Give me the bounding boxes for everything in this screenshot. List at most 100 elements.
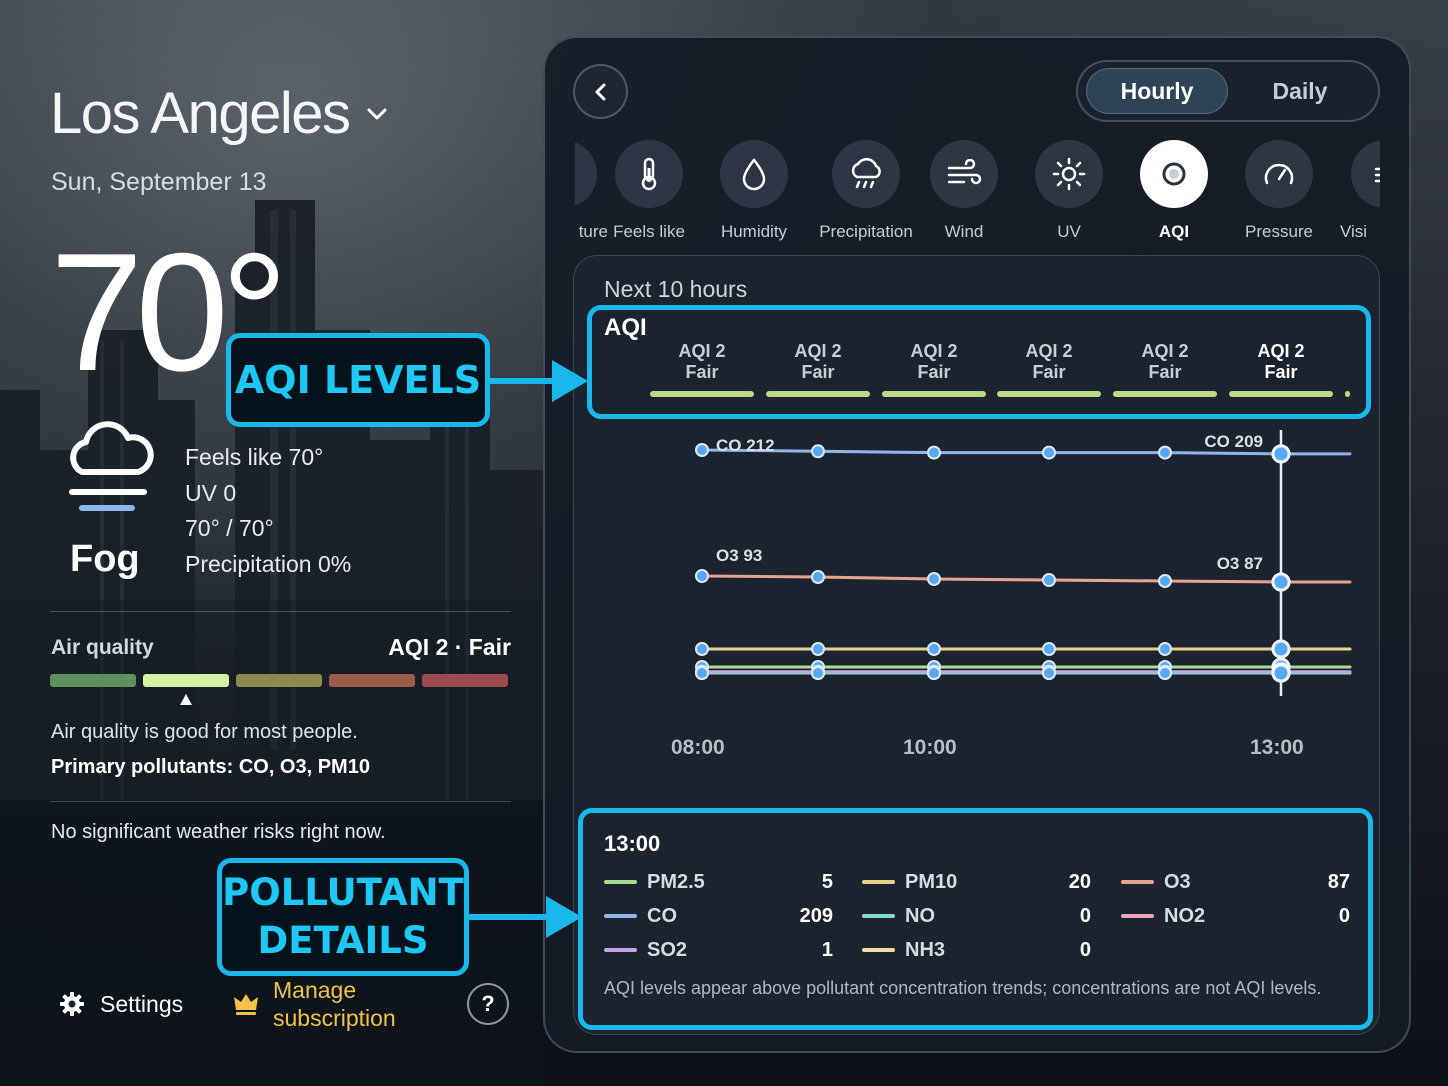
daily-tab[interactable]: Daily — [1230, 68, 1370, 114]
data-point — [1158, 666, 1172, 680]
weather-condition: Fog — [70, 538, 140, 580]
aq-scale-segment — [50, 674, 136, 687]
metric-selector: ture Feels like Humidity Precipitation W… — [575, 136, 1380, 246]
air-quality-label: Air quality — [51, 636, 154, 659]
settings-label: Settings — [100, 990, 184, 1017]
data-point — [1158, 445, 1172, 460]
weather-facts: Feels like 70° UV 0 70° / 70° Precipitat… — [185, 440, 351, 582]
data-point — [1042, 642, 1056, 656]
pollutant-details-highlight — [578, 808, 1373, 1030]
series-line-o3 — [700, 574, 1352, 584]
data-point — [1158, 574, 1172, 588]
back-button[interactable] — [573, 64, 628, 119]
manage-line-2: subscription — [273, 1005, 396, 1031]
visibility-icon — [1351, 140, 1380, 208]
air-quality-value: AQI 2 · Fair — [388, 634, 511, 660]
crown-icon — [234, 994, 258, 1015]
current-date: Sun, September 13 — [51, 168, 267, 196]
metric-label: Pressure — [1244, 222, 1314, 241]
air-quality-description: Air quality is good for most people. — [51, 721, 358, 743]
thermometer-icon — [615, 140, 683, 208]
weather-risk-text: No significant weather risks right now. — [51, 821, 386, 843]
manage-subscription-label: Manage subscription — [273, 976, 396, 1032]
data-point — [695, 666, 709, 680]
period-toggle: Hourly Daily — [1076, 60, 1380, 122]
aqi-levels-highlight — [587, 305, 1371, 419]
metric-label: Visi — [1340, 222, 1368, 241]
air-quality-level-marker — [180, 694, 192, 705]
chevron-left-icon — [595, 83, 605, 100]
aqi-levels-callout: AQI LEVELS — [226, 333, 490, 427]
metric-label: UV — [1057, 222, 1081, 241]
data-point — [927, 642, 941, 656]
data-point — [927, 572, 941, 586]
metric-wind[interactable]: Wind — [909, 140, 1019, 242]
pollutant-callout-line-2: DETAILS — [257, 919, 429, 962]
chart-subtitle: Next 10 hours — [604, 276, 748, 302]
metric-label: Wind — [944, 222, 984, 241]
manage-subscription-link[interactable]: Manage subscription — [233, 976, 396, 1032]
chevron-down-icon — [367, 108, 387, 119]
aqi-levels-arrow — [488, 360, 588, 402]
pollutant-details-arrow — [468, 896, 582, 938]
precipitation-text: Precipitation 0% — [185, 550, 352, 577]
gear-icon — [60, 992, 84, 1016]
time-tick-label: 13:00 — [1250, 736, 1304, 759]
aq-scale-segment — [422, 674, 508, 687]
metric-humidity[interactable]: Humidity — [699, 140, 809, 242]
data-point — [695, 443, 709, 457]
uv-text: UV 0 — [185, 479, 237, 506]
data-point — [1042, 573, 1056, 587]
pollutant-details-callout: POLLUTANT DETAILS — [217, 858, 469, 976]
fog-icon — [69, 421, 154, 511]
metric-label: Humidity — [720, 222, 788, 241]
metric-precipitation[interactable]: Precipitation — [811, 140, 921, 242]
aqi-icon — [1140, 140, 1208, 208]
manage-line-1: Manage — [273, 977, 357, 1003]
pollutant-callout-line-1: POLLUTANT — [222, 871, 464, 914]
section-divider — [50, 611, 511, 612]
metric-pressure[interactable]: Pressure — [1224, 140, 1334, 242]
selected-data-point — [1271, 444, 1291, 464]
aq-scale-segment — [236, 674, 322, 687]
point-label: O3 87 — [1217, 554, 1263, 573]
data-point — [695, 569, 709, 583]
metric-uv[interactable]: UV — [1014, 140, 1124, 242]
high-low-text: 70° / 70° — [185, 515, 274, 541]
time-tick-label: 08:00 — [671, 736, 725, 759]
time-tick-label: 10:00 — [903, 736, 957, 759]
help-button[interactable]: ? — [467, 983, 509, 1025]
selected-data-point — [1271, 639, 1291, 659]
section-divider — [50, 801, 511, 802]
aq-scale-segment — [143, 674, 229, 687]
metric-visibility[interactable]: Visi — [1330, 140, 1380, 242]
selected-data-point — [1271, 663, 1291, 683]
data-point — [1042, 666, 1056, 680]
metric-aqi[interactable]: AQI — [1119, 140, 1229, 242]
selected-data-point — [1271, 572, 1291, 592]
pollutant-line-chart[interactable]: CO 212 CO 209 O3 93 O3 87 — [573, 420, 1380, 780]
data-point — [1042, 445, 1056, 460]
point-label: CO 209 — [1204, 432, 1263, 451]
metric-feels-like[interactable]: Feels like — [594, 140, 704, 242]
metric-label: AQI — [1158, 222, 1190, 241]
data-point — [927, 445, 941, 460]
settings-button[interactable]: Settings — [58, 990, 183, 1018]
location-selector[interactable]: Los Angeles — [50, 80, 390, 147]
data-point — [1158, 642, 1172, 656]
city-name: Los Angeles — [50, 81, 351, 146]
hourly-tab[interactable]: Hourly — [1086, 68, 1228, 114]
metric-label: Precipitation — [819, 222, 913, 241]
feels-like-text: Feels like 70° — [185, 444, 324, 470]
aqi-levels-callout-text: AQI LEVELS — [234, 358, 482, 402]
primary-pollutants: Primary pollutants: CO, O3, PM10 — [51, 756, 370, 778]
data-point — [811, 444, 825, 459]
data-point — [811, 666, 825, 680]
data-point — [811, 570, 825, 584]
data-point — [695, 642, 709, 656]
wind-icon — [930, 140, 998, 208]
sun-icon — [1035, 140, 1103, 208]
data-point — [811, 642, 825, 656]
aq-scale-segment — [329, 674, 415, 687]
point-label: O3 93 — [716, 546, 762, 565]
